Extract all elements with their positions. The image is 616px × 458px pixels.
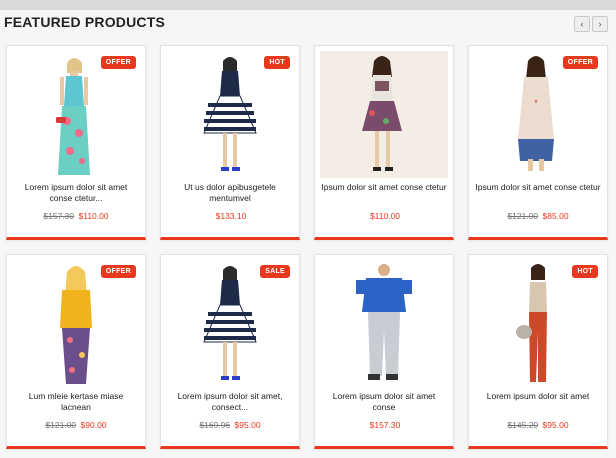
current-price: $90.00 <box>80 420 107 430</box>
product-name[interactable]: Ipsum dolor sit amet conse ctetur <box>321 182 447 193</box>
product-card[interactable]: HOT Lorem ipsum dolor sit amet $145.20 $… <box>468 254 608 449</box>
product-card[interactable]: SALE Lorem ipsum dolor sit amet, consect… <box>160 254 300 449</box>
carousel-next-button[interactable]: › <box>592 16 608 32</box>
product-card[interactable]: OFFER Lum mleie kertase miase lacnean $1… <box>6 254 146 449</box>
product-price-row: $169.96 $95.00 <box>161 420 299 430</box>
old-price: $121.00 <box>45 420 77 430</box>
old-price: $121.00 <box>507 211 539 221</box>
product-card[interactable]: Lorem ipsum dolor sit amet conse $157.30 <box>314 254 454 449</box>
current-price: $95.00 <box>234 420 261 430</box>
product-price-row: $145.20 $95.00 <box>469 420 607 430</box>
old-price: $145.20 <box>507 420 539 430</box>
status-badge: SALE <box>260 265 290 278</box>
chevron-right-icon: › <box>598 19 602 29</box>
product-image[interactable] <box>166 51 294 178</box>
product-card[interactable]: * OFFER Ipsum dolor sit amet conse ctetu… <box>468 45 608 240</box>
status-badge: HOT <box>264 56 290 69</box>
chevron-left-icon: ‹ <box>580 19 584 29</box>
section-title: FEATURED PRODUCTS <box>4 14 166 30</box>
product-card[interactable]: HOT Ut us dolor apibusgetele mentumvel $… <box>160 45 300 240</box>
svg-text:*: * <box>534 98 538 108</box>
status-badge: HOT <box>572 265 598 278</box>
old-price: $157.30 <box>43 211 75 221</box>
product-image[interactable] <box>320 260 448 387</box>
product-price-row: $157.30 <box>315 420 453 430</box>
product-image[interactable] <box>320 51 448 178</box>
current-price: $133.10 <box>215 211 247 221</box>
current-price: $110.00 <box>369 211 401 221</box>
top-strip <box>0 0 616 10</box>
product-name[interactable]: Ut us dolor apibusgetele mentumvel <box>167 182 293 204</box>
product-name[interactable]: Lorem ipsum dolor sit amet <box>475 391 601 402</box>
product-grid: OFFER Lorem ipsum dolor sit amet conse c… <box>6 45 608 449</box>
status-badge: OFFER <box>100 265 136 278</box>
status-badge: OFFER <box>562 56 598 69</box>
product-card[interactable]: OFFER Lorem ipsum dolor sit amet conse c… <box>6 45 146 240</box>
product-image[interactable] <box>166 260 294 387</box>
current-price: $95.00 <box>542 420 569 430</box>
product-price-row: $157.30 $110.00 <box>7 211 145 221</box>
product-name[interactable]: Ipsum dolor sit amet conse ctetur <box>475 182 601 193</box>
current-price: $157.30 <box>369 420 401 430</box>
old-price: $169.96 <box>199 420 231 430</box>
product-name[interactable]: Lorem ipsum dolor sit amet conse ctetur.… <box>13 182 139 204</box>
product-name[interactable]: Lorem ipsum dolor sit amet, consect... <box>167 391 293 413</box>
product-name[interactable]: Lum mleie kertase miase lacnean <box>13 391 139 413</box>
product-image[interactable] <box>474 260 602 387</box>
carousel-prev-button[interactable]: ‹ <box>574 16 590 32</box>
product-name[interactable]: Lorem ipsum dolor sit amet conse <box>321 391 447 413</box>
product-image[interactable]: * <box>474 51 602 178</box>
status-badge: OFFER <box>100 56 136 69</box>
product-card[interactable]: Ipsum dolor sit amet conse ctetur $110.0… <box>314 45 454 240</box>
current-price: $110.00 <box>78 211 109 221</box>
product-price-row: $133.10 <box>161 211 299 221</box>
product-price-row: $121.00 $85.00 <box>469 211 607 221</box>
current-price: $85.00 <box>542 211 569 221</box>
product-price-row: $110.00 <box>315 211 453 221</box>
product-image[interactable] <box>12 260 140 387</box>
product-image[interactable] <box>12 51 140 178</box>
product-price-row: $121.00 $90.00 <box>7 420 145 430</box>
